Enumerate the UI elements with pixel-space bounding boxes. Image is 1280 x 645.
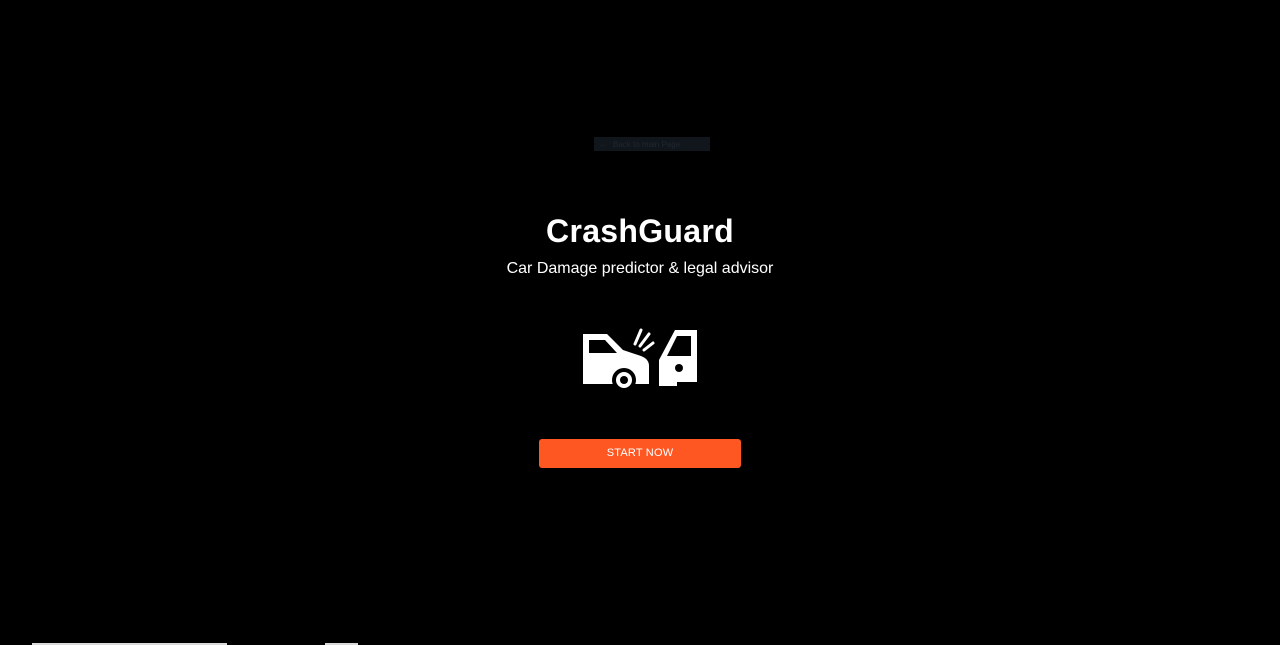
back-link-label: Back to main Page [613,139,681,149]
start-now-button[interactable]: START NOW [539,439,741,468]
arrow-left-icon: ← [599,139,607,149]
app-subtitle: Car Damage predictor & legal advisor [506,260,774,277]
back-to-main-link[interactable]: ← Back to main Page [594,137,710,151]
app-title: CrashGuard [546,213,734,249]
landing-page: ← Back to main Page CrashGuard Car Damag… [0,0,1280,645]
car-crash-icon [583,328,697,390]
